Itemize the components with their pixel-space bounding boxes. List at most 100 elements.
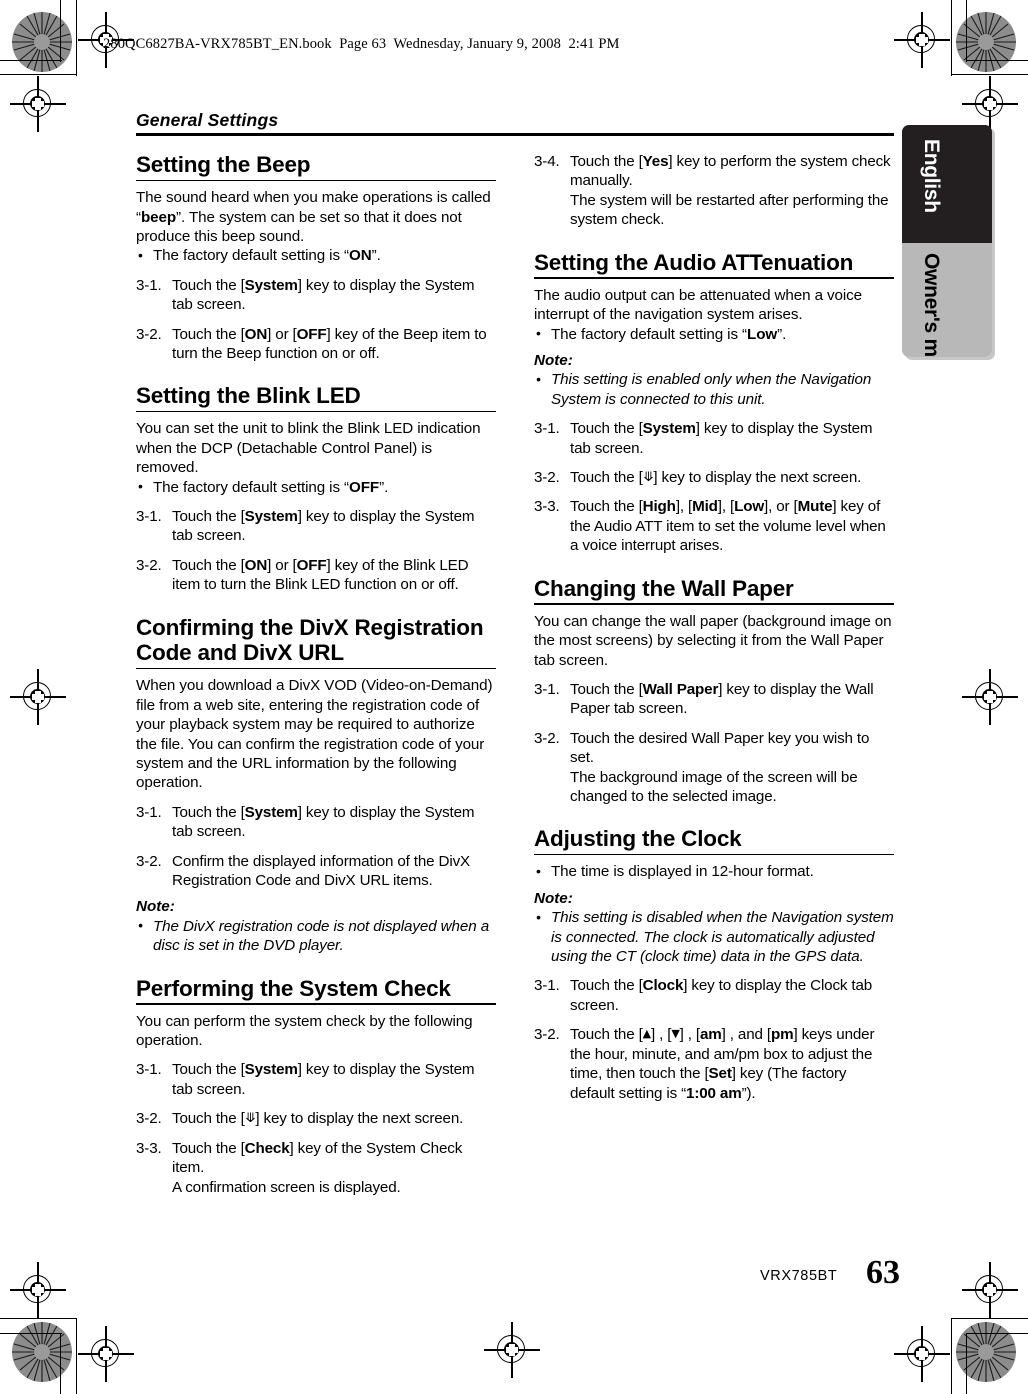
crop-rule — [966, 1333, 968, 1394]
step-number: 3-2. — [136, 556, 162, 574]
thumb-tab-language-label: English — [920, 139, 943, 213]
step-audioatt-3-2: 3-2. Touch the [⤋] key to display the ne… — [534, 468, 894, 487]
step-text-b: ] key to display the next screen. — [653, 468, 862, 486]
list-item: The factory default setting is “OFF”. — [136, 477, 496, 497]
note-label: Note: — [534, 889, 573, 907]
step-text-c: ], [ — [717, 498, 735, 516]
step-text-a: Touch the [ — [172, 1110, 245, 1128]
wallpaper-intro-paragraph: You can change the wall paper (backgroun… — [534, 612, 892, 669]
beep-intro-part2: ”. The system can be set so that it does… — [136, 208, 462, 245]
key-label-wall-paper: Wall Paper — [642, 680, 719, 698]
thumb-tab-language-band — [902, 125, 992, 243]
section-rule — [136, 667, 496, 670]
running-head-title: General Settings — [136, 110, 279, 130]
step-number: 3-1. — [534, 680, 560, 698]
step-number: 3-2. — [136, 852, 162, 870]
blink-led-bullet-list: The factory default setting is “OFF”. — [136, 477, 496, 497]
step-text-a: Touch the [ — [570, 468, 643, 486]
key-label-pm: pm — [770, 1026, 794, 1044]
step-text: Touch the [System] key to display the Sy… — [172, 1060, 496, 1099]
step-text: Touch the [System] key to display the Sy… — [172, 507, 496, 546]
section-heading-adjusting-the-clock: Adjusting the Clock — [534, 826, 742, 852]
beep-bullet-list: The factory default setting is “ON”. — [136, 246, 496, 266]
moire-target-bottom-right — [956, 1322, 1016, 1382]
section-rule — [534, 603, 894, 605]
step-text-b: ] or [ — [267, 325, 297, 343]
thumb-tab-manual-band — [902, 243, 992, 357]
step-text-a: Touch the [ — [570, 977, 643, 995]
step-text: Touch the [System] key to display the Sy… — [570, 419, 894, 458]
audio-att-intro-paragraph: The audio output can be attenuated when … — [534, 286, 862, 324]
section-heading-setting-the-blink-led: Setting the Blink LED — [136, 383, 361, 409]
step-syscheck-3-3: 3-3. Touch the [Check] key of the System… — [136, 1139, 496, 1197]
key-label-mid: Mid — [692, 498, 718, 516]
step-text: Touch the [High], [Mid], [Low], or [Mute… — [570, 497, 894, 555]
crop-rule — [966, 60, 1028, 62]
registration-crosshair-right-lower — [962, 1262, 1018, 1318]
key-label-check: Check — [244, 1139, 290, 1157]
step-text: Touch the [Yes] key to perform the syste… — [570, 152, 894, 230]
step-syscheck-3-1: 3-1. Touch the [System] key to display t… — [136, 1060, 496, 1099]
key-label-off: OFF — [296, 556, 327, 574]
triangle-down-icon: ▼ — [671, 1027, 680, 1041]
step-syscheck-3-2: 3-2. Touch the [⤋] key to display the ne… — [136, 1109, 496, 1128]
step-number: 3-1. — [534, 420, 560, 438]
registration-crosshair-left-upper — [10, 76, 66, 132]
section-rule — [136, 410, 496, 413]
key-label-system: System — [244, 508, 298, 526]
key-label-clock: Clock — [642, 977, 684, 995]
crop-rule — [966, 0, 968, 62]
section-rule — [534, 277, 894, 279]
crop-rule — [951, 1318, 1028, 1320]
step-text-a: Touch the [ — [172, 556, 245, 574]
key-label-off: OFF — [296, 325, 327, 343]
step-text-a: Touch the [ — [172, 803, 245, 821]
step-text: Touch the [Clock] key to display the Clo… — [570, 976, 894, 1015]
thumb-tab-manual-label: Owner's manual — [920, 253, 943, 357]
list-item: The factory default setting is “ON”. — [136, 246, 496, 266]
key-label-high: High — [642, 498, 676, 516]
key-label-system: System — [642, 420, 696, 438]
key-label-on: ON — [244, 325, 268, 343]
clock-bullet-list: The time is displayed in 12-hour format. — [534, 862, 894, 882]
step-text-a: Touch the [ — [570, 1026, 643, 1044]
step-number: 3-1. — [136, 508, 162, 526]
step-text-a: Touch the [ — [172, 508, 245, 526]
crop-rule — [951, 1318, 953, 1394]
step-text-g: ”). — [741, 1084, 756, 1102]
step-text: Touch the [Check] key of the System Chec… — [172, 1139, 496, 1197]
step-text-a: Touch the [ — [172, 1061, 245, 1079]
list-item: This setting is enabled only when the Na… — [534, 370, 894, 409]
step-number: 3-1. — [136, 276, 162, 294]
step-divx-3-1: 3-1. Touch the [System] key to display t… — [136, 803, 496, 842]
step-text-a: Touch the desired Wall Paper key you wis… — [570, 729, 870, 767]
crop-rule — [60, 1333, 62, 1394]
beep-intro-paragraph: The sound heard when you make operations… — [136, 188, 496, 246]
registration-crosshair-top-right — [894, 12, 950, 68]
crop-rule — [0, 1318, 77, 1320]
step-text-a: Touch the [ — [570, 420, 643, 438]
step-clock-3-1: 3-1. Touch the [Clock] key to display th… — [534, 976, 894, 1015]
step-text-b: ] or [ — [267, 556, 297, 574]
section-heading-changing-wall-paper: Changing the Wall Paper — [534, 575, 794, 601]
registration-crosshair-bottom-left — [78, 1326, 134, 1382]
step-beep-3-2: 3-2. Touch the [ON] or [OFF] key of the … — [136, 325, 496, 364]
step-clock-3-2: 3-2. Touch the [▲] , [▼] , [am] , and [p… — [534, 1025, 894, 1103]
beep-keyword: beep — [140, 208, 177, 226]
step-text-a: Touch the [ — [570, 153, 643, 170]
left-column: Setting the Beep The sound heard when yo… — [136, 152, 496, 1197]
note-label: Note: — [534, 351, 573, 369]
clock-note-list: This setting is disabled when the Naviga… — [534, 908, 894, 966]
step-text-d: ] , and [ — [721, 1026, 771, 1044]
crop-rule — [951, 0, 953, 76]
bullet-value: ON — [349, 247, 372, 265]
step-text-c: A confirmation screen is displayed. — [172, 1178, 401, 1196]
note-label: Note: — [136, 898, 175, 916]
step-number: 3-2. — [534, 1026, 560, 1044]
audio-att-note-list: This setting is enabled only when the Na… — [534, 370, 894, 409]
step-blink-3-2: 3-2. Touch the [ON] or [OFF] key of the … — [136, 556, 496, 595]
divx-note-list: The DivX registration code is not displa… — [136, 916, 496, 956]
